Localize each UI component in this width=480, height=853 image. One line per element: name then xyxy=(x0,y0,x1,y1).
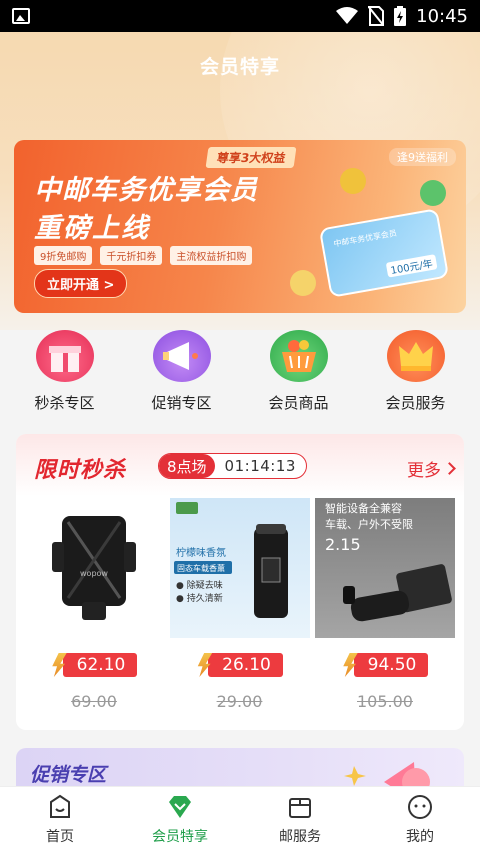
coin-decoration xyxy=(420,180,446,206)
banner-tag: 尊享3大权益 xyxy=(205,147,297,168)
countdown-timer: 01:14:13 xyxy=(224,457,296,475)
chevron-right-icon xyxy=(443,462,456,475)
card-title: 中邮车务优享会员 xyxy=(332,228,398,249)
wifi-icon xyxy=(336,7,359,24)
category-member-service[interactable]: 会员服务 xyxy=(361,330,471,413)
tab-label: 会员特享 xyxy=(152,829,208,845)
category-flash-sale[interactable]: 秒杀专区 xyxy=(10,330,120,413)
price-tag: 62.10 xyxy=(51,652,138,678)
box-icon xyxy=(289,798,311,818)
product-caption: 2.15 xyxy=(325,535,361,554)
open-membership-button[interactable]: 立即开通 > xyxy=(34,269,128,298)
card-value: 100元/年 xyxy=(385,254,438,278)
basket-icon xyxy=(269,330,328,382)
original-price: 69.00 xyxy=(71,692,117,711)
tab-profile[interactable]: 我的 xyxy=(365,794,475,846)
more-label: 更多 xyxy=(407,461,441,481)
tab-postal-service[interactable]: 邮服务 xyxy=(245,794,355,846)
product-list: wopow 62.10 69.00 柠檬味香氛 固态车载香薰 ● 除疑去味 ● … xyxy=(16,498,464,711)
product-card[interactable]: wopow 62.10 69.00 xyxy=(24,498,164,711)
membership-banner[interactable]: 尊享3大权益 逢9送福利 中邮车务优享会员 重磅上线 9折免邮购 千元折扣券 主… xyxy=(14,140,466,313)
banner-benefits: 9折免邮购 千元折扣券 主流权益折扣购 xyxy=(34,246,253,265)
benefit-chip: 主流权益折扣购 xyxy=(170,246,253,265)
tab-member[interactable]: 会员特享 xyxy=(125,794,235,846)
product-caption: 车载、户外不受限 xyxy=(325,517,413,531)
product-caption: ● 除疑去味 xyxy=(176,579,223,591)
tab-label: 首页 xyxy=(46,829,74,845)
category-label: 促销专区 xyxy=(151,394,212,412)
banner-subheadline: 重磅上线 xyxy=(34,213,150,244)
bottom-tab-bar: 首页 会员特享 邮服务 我的 xyxy=(0,786,480,853)
sale-price: 62.10 xyxy=(62,653,138,677)
product-image-car-fragrance: 柠檬味香氛 固态车载香薰 ● 除疑去味 ● 持久清新 xyxy=(169,498,310,638)
product-brand: wopow xyxy=(80,569,108,578)
status-bar: 10:45 xyxy=(0,0,480,32)
original-price: 105.00 xyxy=(357,692,413,711)
tab-label: 我的 xyxy=(406,829,434,845)
product-card[interactable]: 智能设备全兼容 车载、户外不受限 2.15 94.50 105.00 xyxy=(315,498,455,711)
promotion-title: 促销专区 xyxy=(30,764,107,786)
product-image-phone-holder: wopow xyxy=(24,498,164,638)
product-caption: 柠檬味香氛 xyxy=(176,546,226,559)
tab-home[interactable]: 首页 xyxy=(5,794,115,846)
category-label: 秒杀专区 xyxy=(34,394,95,412)
page-title: 会员特享 xyxy=(199,56,280,78)
product-caption: ● 持久清新 xyxy=(176,592,223,604)
gift-icon xyxy=(35,330,94,382)
flash-sale-title: 限时秒杀 xyxy=(34,458,127,483)
crown-icon xyxy=(386,330,445,382)
benefit-chip: 9折免邮购 xyxy=(34,246,93,265)
product-image-car-charger: 智能设备全兼容 车载、户外不受限 2.15 xyxy=(315,498,455,638)
no-sim-icon xyxy=(368,6,385,26)
price-tag: 26.10 xyxy=(196,652,283,678)
sale-price: 26.10 xyxy=(208,653,283,677)
benefit-chip: 千元折扣券 xyxy=(100,246,163,265)
category-member-goods[interactable]: 会员商品 xyxy=(244,330,354,413)
profile-icon xyxy=(408,795,432,819)
image-notification-icon xyxy=(12,8,30,24)
product-caption: 智能设备全兼容 xyxy=(325,501,402,515)
product-card[interactable]: 柠檬味香氛 固态车载香薰 ● 除疑去味 ● 持久清新 26.10 29.00 xyxy=(169,498,310,711)
banner-corner-badge: 逢9送福利 xyxy=(389,148,456,166)
sale-session: 8点场 01:14:13 xyxy=(158,453,307,479)
diamond-icon xyxy=(169,796,191,818)
clock: 10:45 xyxy=(416,5,468,27)
price-tag: 94.50 xyxy=(342,652,429,678)
coin-decoration xyxy=(340,168,366,194)
category-label: 会员服务 xyxy=(385,394,446,412)
category-row: 秒杀专区 促销专区 会员商品 会员服务 xyxy=(0,330,480,413)
banner-headline: 中邮车务优享会员 xyxy=(34,175,258,206)
session-label: 8点场 xyxy=(159,454,215,478)
coin-decoration xyxy=(290,270,316,296)
flash-sale-header: 限时秒杀 8点场 01:14:13 更多 xyxy=(16,434,464,496)
membership-card-illustration: 中邮车务优享会员 100元/年 xyxy=(318,208,450,298)
category-promotion[interactable]: 促销专区 xyxy=(127,330,237,413)
sale-price: 94.50 xyxy=(353,653,429,677)
category-label: 会员商品 xyxy=(268,394,329,412)
battery-charging-icon xyxy=(394,6,407,26)
original-price: 29.00 xyxy=(216,692,263,711)
product-caption: 固态车载香薰 xyxy=(177,563,225,573)
tab-label: 邮服务 xyxy=(279,829,321,845)
more-link[interactable]: 更多 xyxy=(407,456,456,481)
megaphone-icon xyxy=(152,330,211,382)
home-icon xyxy=(50,794,70,818)
flash-sale-section: 限时秒杀 8点场 01:14:13 更多 wopow 62.10 69.00 柠… xyxy=(16,434,464,730)
